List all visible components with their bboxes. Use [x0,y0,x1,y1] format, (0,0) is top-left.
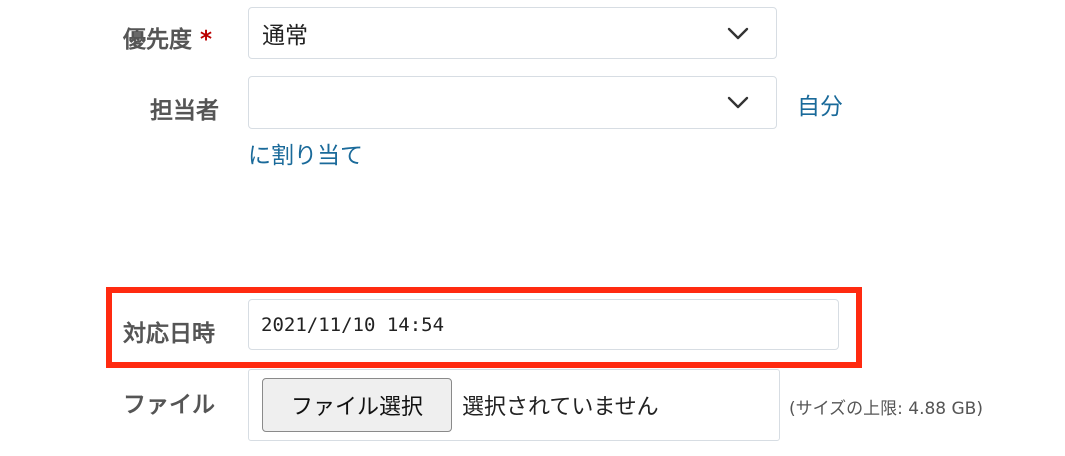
chevron-down-icon [727,96,749,109]
priority-selected-value: 通常 [262,23,308,49]
file-upload-box: ファイル選択 選択されていません [248,369,780,441]
response-datetime-label-text: 対応日時 [123,321,215,347]
priority-label-text: 優先度 [123,27,192,53]
file-size-limit-note: (サイズの上限: 4.88 GB) [789,399,983,419]
priority-select[interactable]: 通常 [248,7,777,59]
file-label: ファイル [123,385,215,419]
response-datetime-field[interactable] [248,299,839,350]
file-status-text: 選択されていません [462,395,659,420]
required-mark: * [200,27,213,53]
assignee-label: 担当者 [150,91,219,125]
response-datetime-label: 対応日時 [123,314,215,348]
assignee-label-text: 担当者 [150,98,219,124]
assign-to-me-link-continued[interactable]: に割り当て [248,136,363,170]
response-datetime-input[interactable] [249,300,838,349]
choose-file-button[interactable]: ファイル選択 [262,378,452,432]
file-label-text: ファイル [123,392,215,418]
chevron-down-icon [727,27,749,40]
assign-to-me-link[interactable]: 自分 [797,87,843,121]
assignee-select[interactable] [248,76,777,129]
priority-label: 優先度 * [123,20,212,54]
